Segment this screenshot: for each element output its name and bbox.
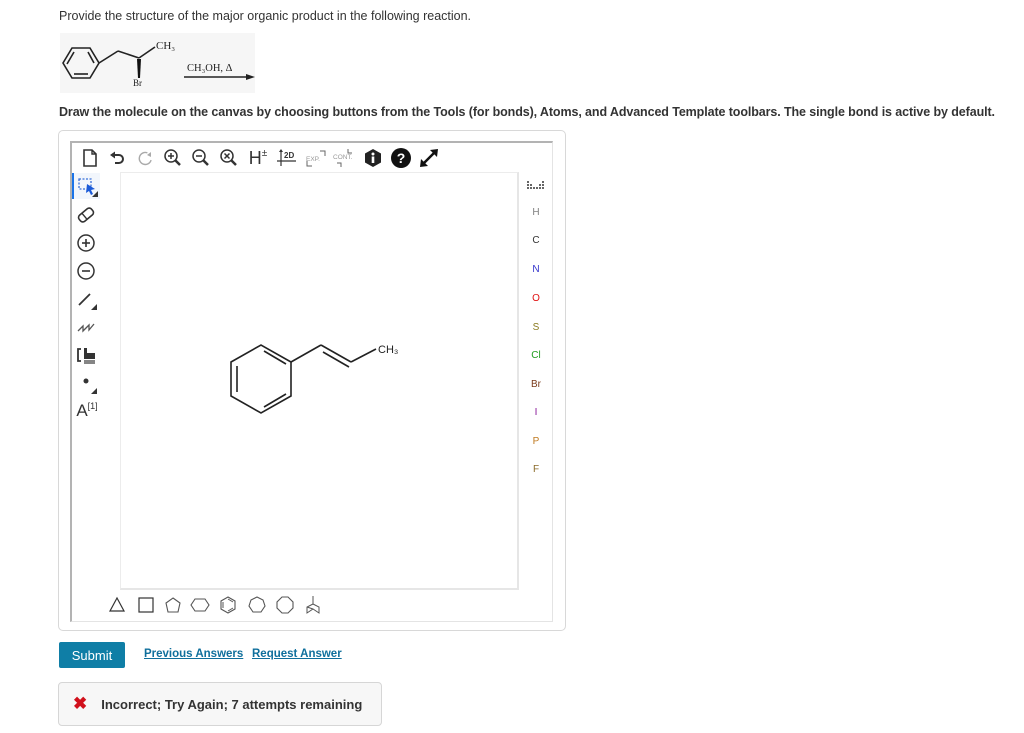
submit-button[interactable]: Submit <box>59 642 125 668</box>
charge-minus-icon <box>77 262 95 280</box>
select-tool-button[interactable] <box>72 173 100 199</box>
periodic-table-button[interactable] <box>525 178 547 194</box>
single-bond-tool-button[interactable] <box>74 287 98 311</box>
cyclohexane-template-icon[interactable] <box>190 595 210 615</box>
reactant-br-label: Br <box>133 78 142 88</box>
atom-label: H <box>532 207 540 218</box>
redo-icon <box>138 151 152 166</box>
instructions: Draw the molecule on the canvas by choos… <box>59 105 995 119</box>
zoom-out-button[interactable] <box>190 147 212 169</box>
bracket-icon <box>77 348 95 364</box>
reaction-svg: CH₃ Br CH₃OH, Δ <box>60 33 255 93</box>
charge-plus-icon <box>77 234 95 252</box>
svg-text:?: ? <box>397 150 406 166</box>
eraser-icon <box>77 207 95 223</box>
atom-button-o[interactable]: O <box>525 293 547 304</box>
atom-button-i[interactable]: I <box>525 407 547 418</box>
reaction-scheme: CH₃ Br CH₃OH, Δ <box>60 33 260 93</box>
undo-button[interactable] <box>107 148 127 168</box>
atom-label: Br <box>531 379 541 390</box>
reactant-ch3-label: CH₃ <box>156 40 175 52</box>
erase-tool-button[interactable] <box>74 203 98 227</box>
canvas-benzene-ring <box>230 344 292 414</box>
info-button[interactable] <box>363 147 383 169</box>
drawing-canvas[interactable]: CH₃ <box>120 172 519 590</box>
radical-dot-icon <box>83 378 97 394</box>
zoom-out-icon <box>192 149 209 166</box>
svg-text:CONT.: CONT. <box>333 154 353 161</box>
chain-tool-button[interactable] <box>74 315 98 339</box>
atom-button-br[interactable]: Br <box>525 379 547 390</box>
expand-button[interactable]: EXP. <box>304 147 328 169</box>
sgroup-tool-button[interactable] <box>74 343 98 367</box>
atom-button-h[interactable]: H <box>525 207 547 218</box>
svg-text:2D: 2D <box>284 151 294 160</box>
atom-button-c[interactable]: C <box>525 235 547 246</box>
benzene-template-icon[interactable] <box>218 595 238 615</box>
select-lasso-icon <box>78 178 98 197</box>
atom-label: O <box>532 293 540 304</box>
help-button[interactable]: ? <box>389 146 413 170</box>
molecule-svg: CH₃ <box>230 344 398 414</box>
redo-button[interactable] <box>135 148 155 168</box>
charge-minus-button[interactable] <box>74 259 98 283</box>
feedback-box: ✖ Incorrect; Try Again; 7 attempts remai… <box>58 682 382 726</box>
atom-label: P <box>532 436 540 447</box>
svg-text:EXP.: EXP. <box>306 156 320 163</box>
cycloheptane-template-icon[interactable] <box>247 595 267 615</box>
undo-icon <box>110 151 124 164</box>
atom-button-s[interactable]: S <box>525 322 547 333</box>
clean-2d-icon: 2D <box>277 149 296 166</box>
radical-tool-button[interactable] <box>74 371 98 395</box>
cyclopentane-template-icon[interactable] <box>163 595 183 615</box>
help-icon: ? <box>391 148 411 168</box>
atom-button-f[interactable]: F <box>525 464 547 475</box>
canvas-propenyl-chain <box>290 344 377 368</box>
previous-answers-link[interactable]: Previous Answers <box>144 648 243 660</box>
question-prompt: Provide the structure of the major organ… <box>59 9 472 23</box>
atom-map-icon: A[1] <box>76 400 98 420</box>
zoom-in-icon <box>164 149 181 166</box>
atom-label: N <box>532 264 540 275</box>
cyclobutane-template-icon[interactable] <box>136 595 156 615</box>
atom-button-n[interactable]: N <box>525 264 547 275</box>
zoom-reset-icon <box>220 149 237 166</box>
contract-icon: CONT. <box>333 149 353 167</box>
new-document-button[interactable] <box>80 148 100 168</box>
fullscreen-icon <box>420 149 438 167</box>
h-plus-minus-icon: H± <box>248 147 268 168</box>
atom-button-p[interactable]: P <box>525 436 547 447</box>
reagent-label: CH₃OH, Δ <box>187 63 233 74</box>
canvas-ch3-label: CH₃ <box>378 344 398 356</box>
cyclooctane-template-icon[interactable] <box>275 595 295 615</box>
charge-plus-button[interactable] <box>74 231 98 255</box>
hydrogens-button[interactable]: H± <box>246 147 270 169</box>
atom-label: Cl <box>531 350 541 361</box>
expand-icon: EXP. <box>306 150 326 167</box>
atom-map-tool-button[interactable]: A[1] <box>74 397 100 423</box>
periodic-table-icon <box>527 181 544 189</box>
cyclopropane-template-icon[interactable] <box>107 595 127 615</box>
incorrect-x-icon: ✖ <box>73 694 88 713</box>
single-bond-icon <box>78 293 97 310</box>
atom-label: S <box>532 322 540 333</box>
atom-label: C <box>532 235 540 246</box>
atom-label: I <box>534 407 538 418</box>
feedback-message: Incorrect; Try Again; 7 attempts remaini… <box>101 696 363 712</box>
fullscreen-button[interactable] <box>417 146 441 170</box>
atom-label: F <box>532 464 540 475</box>
info-icon <box>365 149 381 167</box>
atom-button-cl[interactable]: Cl <box>525 350 547 361</box>
zoom-reset-button[interactable] <box>218 147 240 169</box>
zoom-in-button[interactable] <box>162 147 184 169</box>
contract-button[interactable]: CONT. <box>332 147 358 169</box>
bicyclic-template-icon[interactable] <box>303 595 323 615</box>
clean-2d-button[interactable]: 2D <box>276 147 298 169</box>
document-icon <box>83 149 97 167</box>
chain-icon <box>77 323 95 333</box>
request-answer-link[interactable]: Request Answer <box>252 648 342 660</box>
